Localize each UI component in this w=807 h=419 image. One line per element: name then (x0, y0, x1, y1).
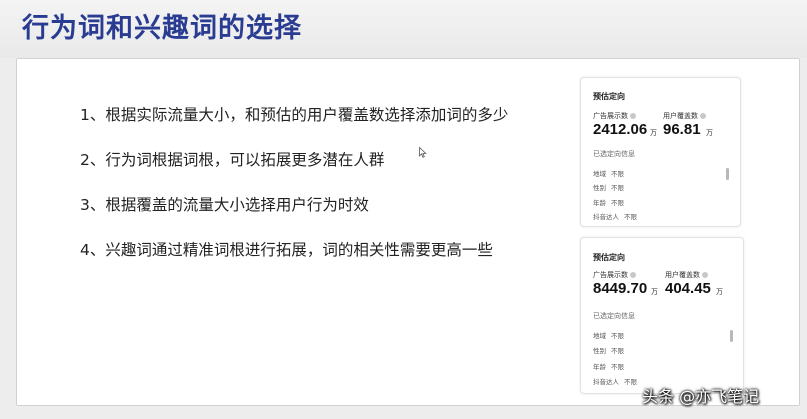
page-title: 行为词和兴趣词的选择 (22, 13, 302, 44)
points-list: 1、根据实际流量大小，和预估的用户覆盖数选择添加词的多少 2、行为词根据词根，可… (80, 105, 560, 285)
info-icon[interactable] (630, 272, 636, 278)
target-row: 抖音达人 不限 (593, 211, 637, 221)
coverage-value: 96.81 (663, 121, 701, 138)
target-row: 年龄 不限 (593, 197, 624, 207)
target-key: 年龄 (593, 200, 606, 207)
targets-title: 已选定向信息 (593, 151, 635, 158)
scrollbar[interactable] (730, 330, 733, 342)
target-key: 性别 (593, 348, 606, 355)
coverage-label: 用户覆盖数 (665, 270, 708, 280)
coverage-label-text: 用户覆盖数 (663, 113, 698, 120)
coverage-label-text: 用户覆盖数 (665, 272, 700, 279)
scrollbar[interactable] (726, 168, 729, 180)
target-row: 抖音达人 不限 (593, 376, 637, 386)
info-icon[interactable] (702, 272, 708, 278)
coverage-value: 404.45 (665, 280, 711, 297)
impressions-label: 广告展示数 (593, 111, 636, 121)
watermark-text: 头条 @亦飞笔记 (642, 387, 760, 406)
info-icon[interactable] (630, 113, 636, 119)
target-row: 年龄 不限 (593, 361, 624, 371)
impressions-label-text: 广告展示数 (593, 272, 628, 279)
target-key: 性别 (593, 185, 606, 192)
estimate-card: 预估定向 广告展示数 用户覆盖数 8449.70 万 404.45 万 已选定向… (580, 237, 744, 394)
point-item: 2、行为词根据词根，可以拓展更多潜在人群 (80, 151, 385, 169)
target-value: 不限 (611, 333, 624, 340)
coverage-unit: 万 (706, 130, 713, 137)
target-key: 抖音达人 (593, 379, 619, 386)
card-title: 预估定向 (593, 92, 625, 101)
card-title: 预估定向 (593, 253, 625, 262)
impressions-value: 2412.06 (593, 121, 648, 138)
target-value: 不限 (611, 185, 624, 192)
mouse-cursor-icon (419, 147, 427, 158)
targets-title: 已选定向信息 (593, 313, 635, 320)
target-value: 不限 (611, 348, 624, 355)
target-key: 地域 (593, 171, 606, 178)
impressions-value: 8449.70 (593, 280, 648, 297)
target-row: 性别 不限 (593, 182, 624, 192)
target-key: 地域 (593, 333, 606, 340)
impressions-label-text: 广告展示数 (593, 113, 628, 120)
target-row: 性别 不限 (593, 345, 624, 355)
point-item: 1、根据实际流量大小，和预估的用户覆盖数选择添加词的多少 (80, 106, 509, 124)
coverage-label: 用户覆盖数 (663, 111, 706, 121)
target-key: 年龄 (593, 364, 606, 371)
target-value: 不限 (624, 379, 637, 386)
target-value: 不限 (611, 171, 624, 178)
target-row: 地域 不限 (593, 330, 624, 340)
info-icon[interactable] (700, 113, 706, 119)
target-value: 不限 (624, 214, 637, 221)
impressions-label: 广告展示数 (593, 270, 636, 280)
impressions-unit: 万 (651, 289, 658, 296)
target-key: 抖音达人 (593, 214, 619, 221)
estimate-card: 预估定向 广告展示数 用户覆盖数 2412.06 万 96.81 万 已选定向信… (580, 77, 741, 227)
target-value: 不限 (611, 364, 624, 371)
point-item: 3、根据覆盖的流量大小选择用户行为时效 (80, 196, 369, 214)
target-value: 不限 (611, 200, 624, 207)
impressions-unit: 万 (650, 130, 657, 137)
coverage-unit: 万 (716, 289, 723, 296)
target-row: 地域 不限 (593, 168, 624, 178)
point-item: 4、兴趣词通过精准词根进行拓展，词的相关性需要更高一些 (80, 241, 493, 259)
